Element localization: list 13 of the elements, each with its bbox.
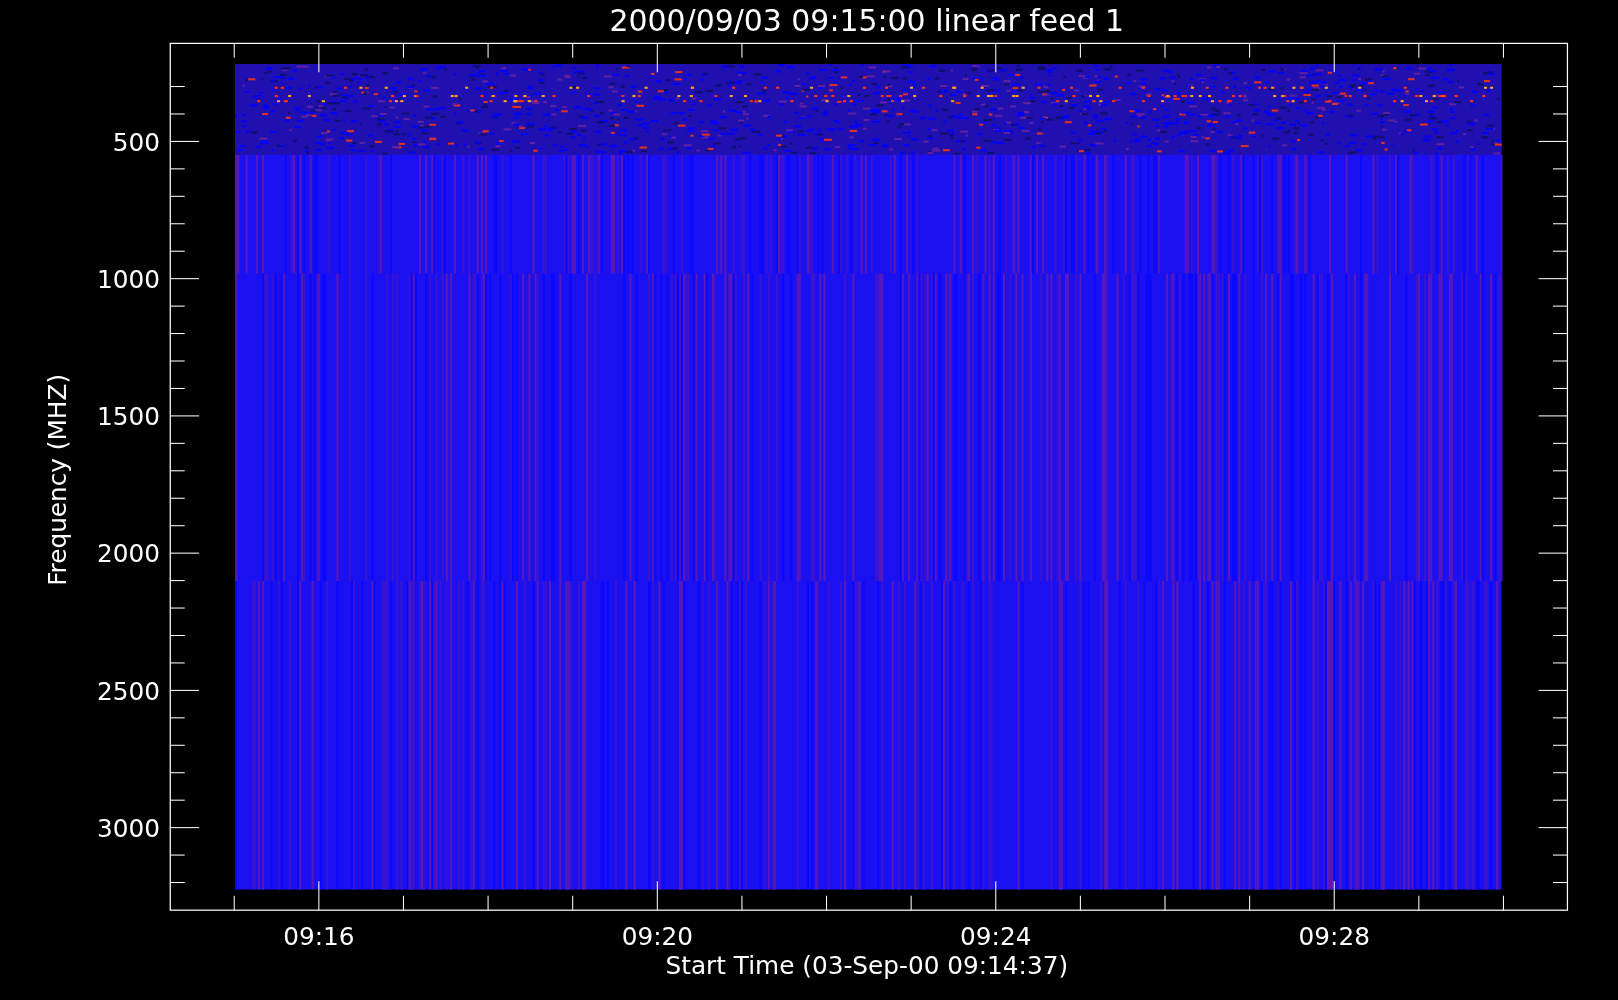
y-tick-label: 1000 — [96, 264, 160, 294]
y-tick-label: 2500 — [96, 676, 160, 706]
y-tick-label: 3000 — [96, 813, 160, 843]
y-tick-label: 500 — [112, 127, 160, 157]
y-axis-label: Frequency (MHZ) — [43, 373, 73, 586]
x-tick-label: 09:28 — [1298, 922, 1370, 952]
x-tick-label: 09:20 — [621, 922, 693, 952]
x-tick-label: 09:24 — [960, 922, 1032, 952]
x-axis-label: Start Time (03-Sep-00 09:14:37) — [665, 951, 1069, 981]
x-tick-label: 09:16 — [283, 922, 355, 952]
plot-title: 2000/09/03 09:15:00 linear feed 1 — [609, 3, 1125, 38]
y-tick-label: 1500 — [96, 402, 160, 432]
y-tick-label: 2000 — [96, 539, 160, 569]
